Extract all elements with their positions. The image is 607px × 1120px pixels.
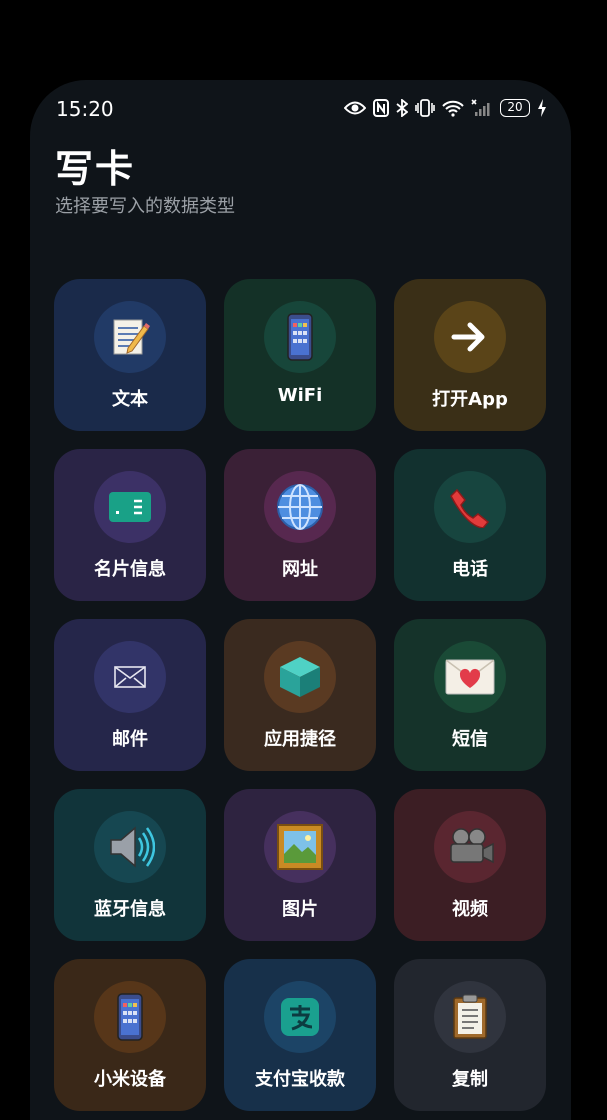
battery-icon: 20 [500, 99, 530, 117]
tile-label: 图片 [282, 899, 318, 920]
tile-label: 支付宝收款 [255, 1069, 345, 1090]
tile-label: 短信 [452, 729, 488, 750]
bluetooth-icon [396, 99, 408, 117]
page-subtitle: 选择要写入的数据类型 [55, 196, 235, 217]
tile-label: 视频 [452, 899, 488, 920]
framed-picture-icon [264, 811, 336, 883]
alipay-icon [264, 981, 336, 1053]
globe-icon [264, 471, 336, 543]
vibrate-icon [415, 99, 435, 117]
love-letter-icon [434, 641, 506, 713]
phone-icon [94, 981, 166, 1053]
tile-label: 名片信息 [94, 559, 166, 580]
tile-business-card[interactable]: 名片信息 [54, 449, 206, 601]
tile-app-shortcut[interactable]: 应用捷径 [224, 619, 376, 771]
eye-icon [344, 100, 366, 116]
tile-label: WiFi [277, 385, 323, 406]
video-camera-icon [434, 811, 506, 883]
phone-icon [264, 301, 336, 373]
screen: 15:20 20 写卡 选择要写入的数据类型 文本 WiFi 打开App 名片信… [30, 80, 571, 1120]
wifi-icon [442, 99, 464, 117]
nfc-icon [373, 99, 389, 117]
tile-label: 电话 [452, 559, 488, 580]
tile-sms[interactable]: 短信 [394, 619, 546, 771]
tile-phone[interactable]: 电话 [394, 449, 546, 601]
tile-label: 文本 [112, 389, 148, 410]
tile-url[interactable]: 网址 [224, 449, 376, 601]
tile-open-app[interactable]: 打开App [394, 279, 546, 431]
tile-bluetooth-info[interactable]: 蓝牙信息 [54, 789, 206, 941]
memo-icon [94, 301, 166, 373]
telephone-icon [434, 471, 506, 543]
status-time: 15:20 [56, 97, 114, 121]
clipboard-icon [434, 981, 506, 1053]
tile-video[interactable]: 视频 [394, 789, 546, 941]
tile-copy[interactable]: 复制 [394, 959, 546, 1111]
tile-label: 打开App [432, 389, 508, 410]
tile-wifi[interactable]: WiFi [224, 279, 376, 431]
tile-label: 小米设备 [94, 1069, 166, 1090]
page-title: 写卡 [55, 147, 136, 191]
tile-image[interactable]: 图片 [224, 789, 376, 941]
arrow-right-icon [434, 301, 506, 373]
tile-alipay-collect[interactable]: 支付宝收款 [224, 959, 376, 1111]
data-type-grid: 文本 WiFi 打开App 名片信息 网址 电话 邮件 应用捷径 短信 蓝牙信息… [54, 279, 546, 1111]
tile-label: 网址 [282, 559, 318, 580]
charging-icon [537, 99, 547, 117]
envelope-icon [94, 641, 166, 713]
tile-email[interactable]: 邮件 [54, 619, 206, 771]
no-signal-icon [471, 99, 493, 117]
tile-text[interactable]: 文本 [54, 279, 206, 431]
status-bar: 15:20 20 [30, 96, 571, 122]
battery-level: 20 [507, 100, 523, 114]
tile-label: 应用捷径 [264, 729, 336, 750]
id-card-icon [94, 471, 166, 543]
tile-xiaomi-device[interactable]: 小米设备 [54, 959, 206, 1111]
status-icons: 20 [344, 99, 547, 117]
tile-label: 复制 [452, 1069, 488, 1090]
tile-label: 蓝牙信息 [94, 899, 166, 920]
tile-label: 邮件 [112, 729, 148, 750]
speaker-icon [94, 811, 166, 883]
cube-icon [264, 641, 336, 713]
